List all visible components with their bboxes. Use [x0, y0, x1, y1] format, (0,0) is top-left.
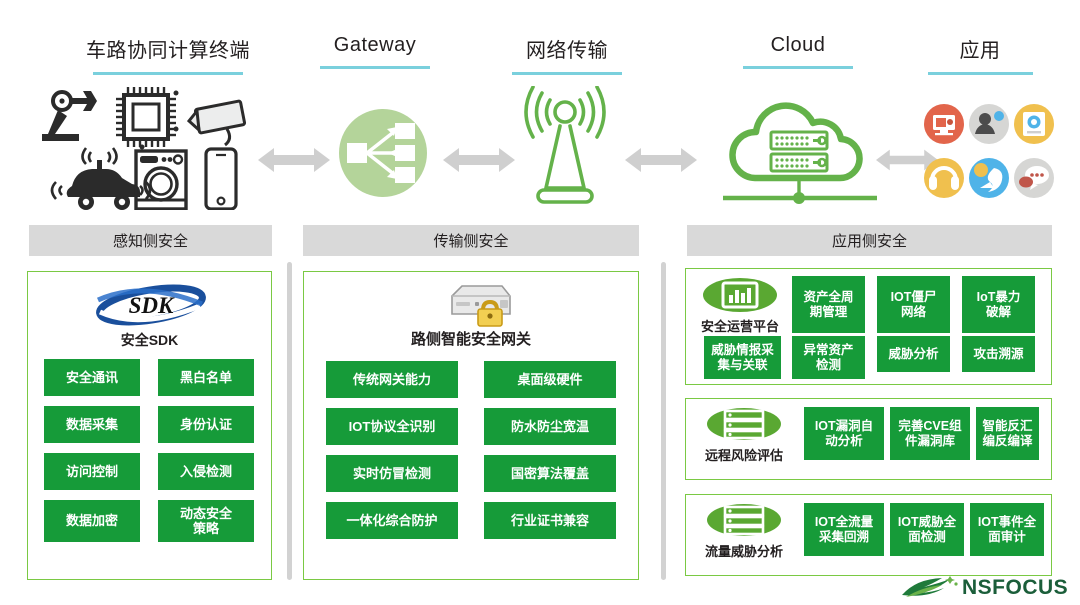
column-title: Cloud: [770, 34, 826, 56]
applications-icon: [922, 102, 1057, 207]
chip-app-g2-0[interactable]: IOT漏洞自 动分析: [804, 407, 884, 460]
column-header-gateway: Gateway: [295, 34, 455, 69]
chip-app-g2-2[interactable]: 智能反汇 编反编译: [976, 407, 1039, 460]
server-stack-icon: [706, 503, 782, 542]
chip-perception-7[interactable]: 动态安全 策略: [158, 500, 254, 542]
gateway-caption: 路侧智能安全网关: [410, 331, 531, 348]
flow-arrow-2: [443, 145, 515, 180]
chip-transmission-1[interactable]: 桌面级硬件: [484, 361, 616, 398]
chip-transmission-3[interactable]: 防水防尘宽温: [484, 408, 616, 445]
edge-devices-icon: [42, 85, 252, 211]
title-underline: [927, 72, 1033, 75]
divider-left: [287, 262, 292, 580]
chip-perception-1[interactable]: 黑白名单: [158, 359, 254, 396]
banner-perception: 感知侧安全: [29, 225, 272, 256]
chip-app-g1-r1-1[interactable]: IOT僵尸 网络: [877, 276, 950, 333]
title-underline: [93, 72, 243, 75]
column-header-network: 网络传输: [487, 34, 647, 75]
gateway-distribution-icon: [335, 105, 431, 206]
banner-label: 应用侧安全: [831, 233, 907, 250]
chip-perception-0[interactable]: 安全通讯: [44, 359, 140, 396]
nsfocus-brand-text: NSFOCUS: [962, 576, 1069, 599]
chip-app-g1-r1-0[interactable]: 资产全周 期管理: [792, 276, 865, 333]
banner-transmission: 传输侧安全: [303, 225, 639, 256]
chip-transmission-0[interactable]: 传统网关能力: [326, 361, 458, 398]
chip-transmission-4[interactable]: 实时仿冒检测: [326, 455, 458, 492]
top-overview-row: 车路协同计算终端 Gateway 网络传输 Cloud 应用: [0, 0, 1080, 215]
chip-perception-2[interactable]: 数据采集: [44, 406, 140, 443]
title-underline: [320, 66, 430, 69]
column-title: 车路协同计算终端: [86, 40, 250, 62]
chip-perception-3[interactable]: 身份认证: [158, 406, 254, 443]
chip-app-g1-r1-2[interactable]: IoT暴力 破解: [962, 276, 1035, 333]
radio-tower-icon: [510, 85, 620, 213]
chip-app-g1-r2-2[interactable]: 威胁分析: [877, 336, 950, 372]
server-stack-icon: [706, 407, 782, 446]
column-header-application: 应用: [905, 34, 1055, 75]
chip-app-g3-0[interactable]: IOT全流量 采集回溯: [804, 503, 884, 556]
banner-application: 应用侧安全: [687, 225, 1052, 256]
chip-transmission-7[interactable]: 行业证书兼容: [484, 502, 616, 539]
chip-perception-4[interactable]: 访问控制: [44, 453, 140, 490]
column-header-edge: 车路协同计算终端: [48, 34, 288, 75]
chip-app-g3-1[interactable]: IOT威胁全 面检测: [890, 503, 964, 556]
panel-remote-risk: 远程风险评估 IOT漏洞自 动分析 完善CVE组 件漏洞库 智能反汇 编反编译: [685, 398, 1052, 480]
chip-perception-5[interactable]: 入侵检测: [158, 453, 254, 490]
svg-text:SDK: SDK: [129, 293, 175, 318]
diagram-root: 车路协同计算终端 Gateway 网络传输 Cloud 应用 感知侧安全 传输侧…: [0, 0, 1080, 605]
column-title: 网络传输: [526, 40, 608, 62]
title-underline: [743, 66, 853, 69]
banner-label: 传输侧安全: [433, 233, 509, 250]
chip-perception-6[interactable]: 数据加密: [44, 500, 140, 542]
chip-app-g3-2[interactable]: IOT事件全 面审计: [970, 503, 1044, 556]
panel-security-operations: 安全运营平台 资产全周 期管理 IOT僵尸 网络 IoT暴力 破解 威胁情报采 …: [685, 268, 1052, 385]
chip-transmission-5[interactable]: 国密算法覆盖: [484, 455, 616, 492]
column-title: 应用: [959, 40, 1001, 62]
chip-app-g1-r2-1[interactable]: 异常资产 检测: [792, 336, 865, 379]
panel-perception: SDK 安全SDK 安全通讯 黑白名单 数据采集 身份认证 访问控制 入侵检测 …: [27, 271, 272, 580]
sdk-caption: 安全SDK: [120, 332, 179, 348]
secure-gateway-lock-icon: [444, 280, 516, 333]
panel-traffic-threat: 流量威胁分析 IOT全流量 采集回溯 IOT威胁全 面检测 IOT事件全 面审计: [685, 494, 1052, 576]
cloud-server-icon: [715, 100, 885, 213]
column-header-cloud: Cloud: [718, 34, 878, 69]
chip-transmission-2[interactable]: IOT协议全识别: [326, 408, 458, 445]
title-underline: [512, 72, 622, 75]
group-label-security-operations: 安全运营平台: [700, 319, 779, 334]
nsfocus-wave-logo: [900, 575, 962, 605]
chip-app-g2-1[interactable]: 完善CVE组 件漏洞库: [890, 407, 970, 460]
group-label-traffic-threat: 流量威胁分析: [704, 544, 783, 559]
sdk-logo: SDK: [90, 282, 212, 333]
flow-arrow-3: [625, 145, 697, 180]
chip-app-g1-r2-3[interactable]: 攻击溯源: [962, 336, 1035, 372]
chip-transmission-6[interactable]: 一体化综合防护: [326, 502, 458, 539]
dashboard-chart-icon: [702, 277, 778, 318]
column-title: Gateway: [333, 34, 417, 56]
divider-right: [661, 262, 666, 580]
flow-arrow-1: [258, 145, 330, 180]
banner-label: 感知侧安全: [112, 233, 188, 250]
panel-transmission: 路侧智能安全网关 传统网关能力 桌面级硬件 IOT协议全识别 防水防尘宽温 实时…: [303, 271, 639, 580]
group-label-remote-risk: 远程风险评估: [704, 448, 783, 463]
chip-app-g1-r2-0[interactable]: 威胁情报采 集与关联: [704, 336, 781, 379]
